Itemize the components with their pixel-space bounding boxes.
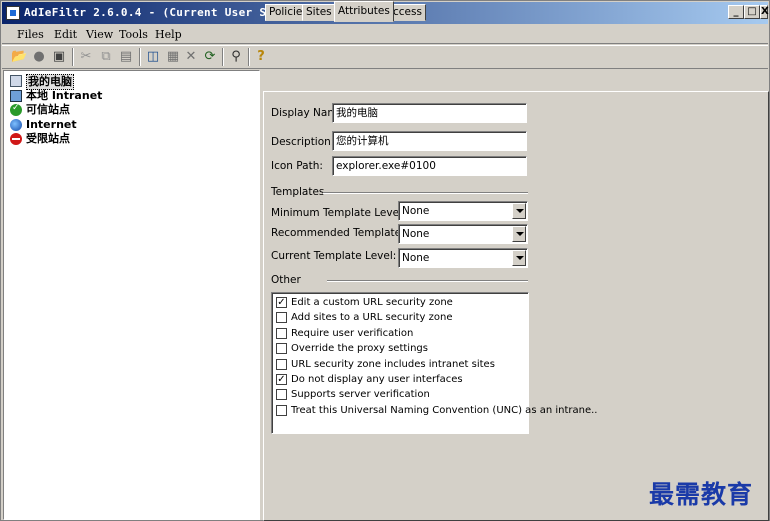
option-label: Edit a custom URL security zone [291, 297, 453, 308]
menu-help[interactable]: Help [155, 28, 182, 41]
menu-edit[interactable]: Edit [54, 28, 77, 41]
maximize-button[interactable]: □ [744, 5, 760, 19]
checkbox[interactable] [276, 328, 287, 339]
checkbox[interactable] [276, 389, 287, 400]
checkbox[interactable] [276, 312, 287, 323]
other-group-label: Other [271, 274, 301, 286]
open-folder-icon[interactable]: 📂 [11, 49, 27, 65]
find-icon[interactable]: ⚲ [228, 49, 244, 65]
delete-icon[interactable]: ✕ [183, 49, 199, 65]
app-window: AdIeFiltr 2.6.0.4 - (Current User Settin… [0, 0, 770, 521]
description-field[interactable]: 您的计算机 [332, 131, 527, 151]
toolbar-separator [139, 48, 141, 66]
trusted-sites-icon [10, 103, 22, 116]
options-checklist[interactable]: ✓ Edit a custom URL security zone Add si… [271, 292, 597, 434]
tree-item-label: 可信站点 [26, 103, 70, 116]
tree-item-label: 本地 Intranet [26, 89, 103, 102]
option-label: Treat this Universal Naming Convention (… [291, 405, 598, 416]
cur-template-select[interactable]: None [398, 248, 528, 268]
paste-icon[interactable]: ▤ [118, 49, 134, 65]
checkbox[interactable] [276, 359, 287, 370]
refresh-icon[interactable]: ⟳ [202, 49, 218, 65]
min-template-label: Minimum Template Level: [271, 207, 406, 219]
tree-item-label: 我的电脑 [26, 74, 74, 90]
cur-template-value: None [402, 252, 430, 264]
zone-tree[interactable]: 我的电脑 本地 Intranet 可信站点 Internet 受限站点 [3, 70, 260, 520]
app-icon [6, 6, 20, 20]
templates-divider [323, 192, 528, 194]
rec-template-value: None [402, 228, 430, 240]
option-label: Require user verification [291, 328, 414, 339]
min-template-value: None [402, 205, 430, 217]
option-label: URL security zone includes intranet site… [291, 359, 495, 370]
display-name-field[interactable]: 我的电脑 [332, 103, 527, 123]
checkbox[interactable] [276, 343, 287, 354]
checkbox[interactable] [276, 405, 287, 416]
chevron-down-icon[interactable] [512, 250, 526, 266]
internet-globe-icon [10, 119, 22, 131]
menu-view[interactable]: View [86, 28, 113, 41]
checkbox[interactable]: ✓ [276, 374, 287, 385]
cur-template-label: Current Template Level: [271, 250, 397, 262]
checkbox[interactable]: ✓ [276, 297, 287, 308]
menu-tools[interactable]: Tools [119, 28, 148, 41]
option-label: Supports server verification [291, 389, 430, 400]
record-icon[interactable]: ● [31, 49, 47, 65]
copy-icon[interactable]: ⧉ [98, 49, 114, 65]
toolbar: 📂 ● ▣ ✂ ⧉ ▤ ◫ ▦ ✕ ⟳ ⚲ ? [2, 45, 768, 69]
templates-group-label: Templates [271, 186, 325, 198]
menu-bar: Files Edit View Tools Help [2, 24, 768, 44]
toolbar-separator [72, 48, 74, 66]
chevron-down-icon[interactable] [512, 203, 526, 219]
restricted-sites-icon [10, 133, 22, 145]
option-label: Do not display any user interfaces [291, 374, 463, 385]
close-button[interactable]: X [760, 5, 769, 19]
watermark: 最需教育 [649, 480, 754, 509]
option-label: Override the proxy settings [291, 343, 428, 354]
toolbar-separator [248, 48, 250, 66]
help-icon[interactable]: ? [253, 49, 269, 65]
new-document-icon[interactable]: ◫ [145, 49, 161, 65]
icon-path-field[interactable]: explorer.exe#0100 [332, 156, 527, 176]
intranet-icon [10, 90, 22, 102]
save-icon[interactable]: ▣ [51, 49, 67, 65]
tree-item-label: Internet [26, 118, 77, 131]
cut-icon[interactable]: ✂ [78, 49, 94, 65]
toolbar-separator [222, 48, 224, 66]
other-divider [327, 280, 528, 282]
icon-path-label: Icon Path: [271, 160, 323, 172]
tab-sites[interactable]: Sites [302, 4, 336, 21]
properties-icon[interactable]: ▦ [165, 49, 181, 65]
min-template-select[interactable]: None [398, 201, 528, 221]
chevron-down-icon[interactable] [512, 226, 526, 242]
minimize-button[interactable]: _ [728, 5, 744, 19]
tab-attributes[interactable]: Attributes [334, 1, 394, 22]
description-label: Description: [271, 136, 335, 148]
tree-item-label: 受限站点 [26, 132, 70, 145]
computer-icon [10, 75, 22, 87]
rec-template-select[interactable]: None [398, 224, 528, 244]
option-label: Add sites to a URL security zone [291, 312, 453, 323]
menu-files[interactable]: Files [17, 28, 44, 41]
